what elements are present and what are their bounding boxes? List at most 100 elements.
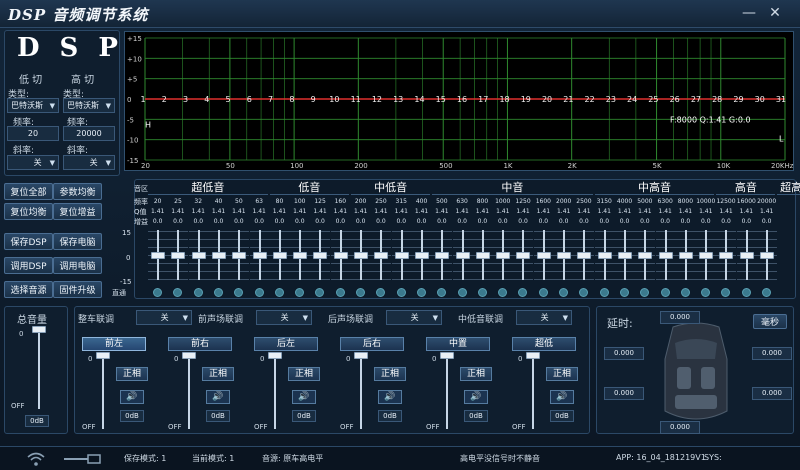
- eq-q-cell[interactable]: 1.41: [696, 208, 715, 215]
- eq-slider-knob[interactable]: [699, 252, 714, 259]
- channel-volume-knob[interactable]: [440, 352, 454, 359]
- channel-volume-knob[interactable]: [96, 352, 110, 359]
- high-slope-select[interactable]: 关 ▼: [63, 155, 115, 170]
- bypass-toggle[interactable]: [254, 288, 264, 297]
- eq-gain-cell[interactable]: 0.0: [250, 218, 269, 225]
- bypass-toggle[interactable]: [335, 288, 345, 297]
- side-button-6[interactable]: 保存电脑: [53, 233, 102, 250]
- eq-slider-17[interactable]: [472, 227, 493, 297]
- eq-freq-cell[interactable]: 12500: [716, 198, 735, 205]
- delay-value-2[interactable]: 0.000: [604, 347, 644, 360]
- delay-value-4[interactable]: 0.000: [604, 387, 644, 400]
- minimize-button[interactable]: —: [738, 3, 760, 23]
- eq-q-cell[interactable]: 1.41: [432, 208, 451, 215]
- eq-q-cell[interactable]: 1.41: [412, 208, 431, 215]
- eq-q-cell[interactable]: 1.41: [331, 208, 350, 215]
- eq-q-cell[interactable]: 1.41: [189, 208, 208, 215]
- bypass-toggle[interactable]: [559, 288, 568, 297]
- eq-slider-knob[interactable]: [313, 252, 328, 259]
- side-button-8[interactable]: 调用电脑: [53, 257, 102, 274]
- channel-name-button[interactable]: 超低: [512, 337, 576, 351]
- eq-freq-cell[interactable]: 400: [412, 198, 431, 205]
- delay-unit-button[interactable]: 毫秒: [753, 314, 787, 329]
- eq-slider-knob[interactable]: [252, 252, 267, 259]
- eq-slider-8[interactable]: [290, 227, 311, 297]
- eq-slider-knob[interactable]: [638, 252, 653, 259]
- eq-freq-cell[interactable]: 1000: [493, 198, 512, 205]
- channel-volume-knob[interactable]: [182, 352, 196, 359]
- master-volume-knob[interactable]: [32, 326, 46, 333]
- eq-freq-cell[interactable]: 16000: [737, 198, 756, 205]
- eq-slider-31[interactable]: [757, 227, 777, 297]
- eq-freq-cell[interactable]: 20: [148, 198, 167, 205]
- eq-q-cell[interactable]: 1.41: [270, 208, 289, 215]
- eq-gain-cell[interactable]: 0.0: [209, 218, 228, 225]
- low-type-select[interactable]: 巴特沃斯 ▼: [7, 98, 59, 113]
- master-volume-track[interactable]: [38, 329, 40, 409]
- delay-value-6[interactable]: 0.000: [660, 421, 700, 434]
- eq-slider-knob[interactable]: [475, 252, 490, 259]
- channel-volume-track[interactable]: [188, 355, 190, 429]
- high-freq-input[interactable]: 20000: [63, 126, 115, 141]
- eq-slider-knob[interactable]: [374, 252, 389, 259]
- eq-gain-cell[interactable]: 0.0: [290, 218, 309, 225]
- eq-freq-cell[interactable]: 125: [310, 198, 329, 205]
- eq-slider-7[interactable]: [269, 227, 290, 297]
- eq-gain-cell[interactable]: 0.0: [473, 218, 492, 225]
- channel-name-button[interactable]: 中置: [426, 337, 490, 351]
- eq-slider-12[interactable]: [371, 227, 392, 297]
- eq-slider-24[interactable]: [614, 227, 635, 297]
- speaker-mute-icon[interactable]: 🔊: [378, 390, 402, 404]
- eq-slider-knob[interactable]: [171, 252, 186, 259]
- eq-q-cell[interactable]: 1.41: [209, 208, 228, 215]
- eq-slider-knob[interactable]: [719, 252, 734, 259]
- eq-slider-19[interactable]: [513, 227, 534, 297]
- channel-name-button[interactable]: 后左: [254, 337, 318, 351]
- bypass-toggle[interactable]: [356, 288, 365, 297]
- eq-q-cell[interactable]: 1.41: [371, 208, 390, 215]
- eq-q-cell[interactable]: 1.41: [229, 208, 248, 215]
- eq-slider-9[interactable]: [310, 227, 331, 297]
- eq-slider-knob[interactable]: [516, 252, 531, 259]
- phase-button[interactable]: 正相: [374, 367, 406, 381]
- eq-q-cell[interactable]: 1.41: [351, 208, 370, 215]
- eq-gain-cell[interactable]: 0.0: [737, 218, 756, 225]
- delay-value-3[interactable]: 0.000: [752, 347, 792, 360]
- channel-name-button[interactable]: 后右: [340, 337, 404, 351]
- eq-gain-cell[interactable]: 0.0: [656, 218, 675, 225]
- eq-slider-1[interactable]: [148, 227, 168, 297]
- close-button[interactable]: ✕: [764, 3, 786, 23]
- side-button-9[interactable]: 选择音源: [4, 281, 53, 298]
- eq-q-cell[interactable]: 1.41: [148, 208, 167, 215]
- eq-gain-cell[interactable]: 0.0: [757, 218, 776, 225]
- delay-value-1[interactable]: 0.000: [660, 311, 700, 324]
- eq-q-cell[interactable]: 1.41: [290, 208, 309, 215]
- eq-slider-knob[interactable]: [739, 252, 754, 259]
- speaker-mute-icon[interactable]: 🔊: [120, 390, 144, 404]
- eq-gain-cell[interactable]: 0.0: [189, 218, 208, 225]
- eq-freq-cell[interactable]: 2000: [554, 198, 573, 205]
- eq-gain-cell[interactable]: 0.0: [371, 218, 390, 225]
- eq-slider-knob[interactable]: [354, 252, 368, 259]
- eq-freq-cell[interactable]: 10000: [696, 198, 715, 205]
- eq-slider-knob[interactable]: [760, 252, 774, 259]
- link-select-2[interactable]: 关 ▼: [256, 310, 312, 325]
- eq-q-cell[interactable]: 1.41: [676, 208, 695, 215]
- eq-slider-knob[interactable]: [658, 252, 673, 259]
- eq-freq-cell[interactable]: 80: [270, 198, 289, 205]
- eq-slider-26[interactable]: [655, 227, 676, 297]
- eq-freq-cell[interactable]: 4000: [615, 198, 634, 205]
- eq-slider-knob[interactable]: [211, 252, 226, 259]
- link-select-4[interactable]: 关 ▼: [516, 310, 572, 325]
- eq-slider-knob[interactable]: [678, 252, 693, 259]
- eq-q-cell[interactable]: 1.41: [310, 208, 329, 215]
- side-button-4[interactable]: 复位增益: [53, 203, 102, 220]
- eq-freq-cell[interactable]: 5000: [635, 198, 654, 205]
- eq-freq-cell[interactable]: 100: [290, 198, 309, 205]
- channel-volume-knob[interactable]: [354, 352, 368, 359]
- eq-slider-27[interactable]: [675, 227, 696, 297]
- eq-q-cell[interactable]: 1.41: [574, 208, 593, 215]
- eq-q-cell[interactable]: 1.41: [595, 208, 614, 215]
- eq-slider-23[interactable]: [594, 227, 615, 297]
- bypass-toggle[interactable]: [274, 288, 284, 297]
